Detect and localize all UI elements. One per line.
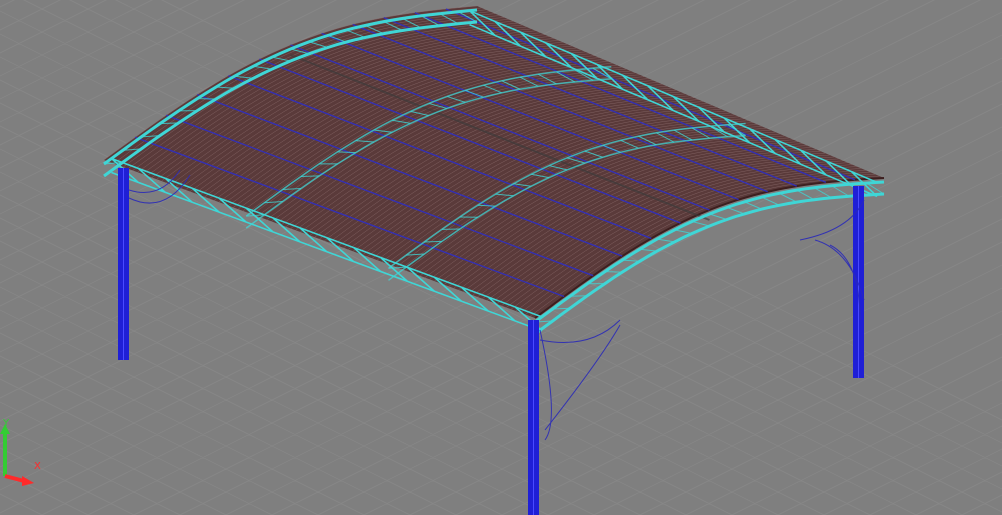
canopy-wireframe-drawing xyxy=(0,0,1002,515)
ucs-x-arrow xyxy=(22,476,34,486)
ucs-x-label: X xyxy=(34,461,41,472)
cad-model-viewport[interactable]: Y X xyxy=(0,0,1002,515)
ucs-y-label: Y xyxy=(3,418,10,429)
